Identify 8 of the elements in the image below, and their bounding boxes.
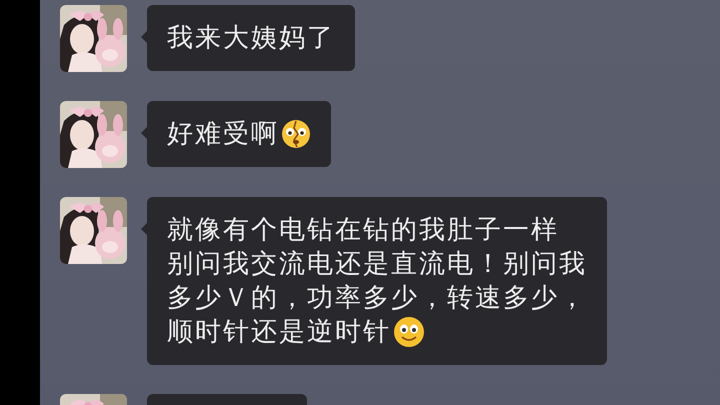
smile-icon: [393, 316, 425, 348]
message-text: 别问我交流电还是直流电！别问我: [167, 248, 587, 281]
message-text: 好难受啊: [167, 118, 279, 151]
message-text: 我来大姨妈了: [167, 22, 335, 55]
message-text: 顺时针还是逆时针: [167, 316, 391, 349]
cracked-face-icon: [281, 119, 311, 149]
message-text: 就像有个电钻在钻的我肚子一样: [167, 214, 559, 247]
message-text: 多少Ｖ的，功率多少，转速多少，: [167, 282, 587, 315]
